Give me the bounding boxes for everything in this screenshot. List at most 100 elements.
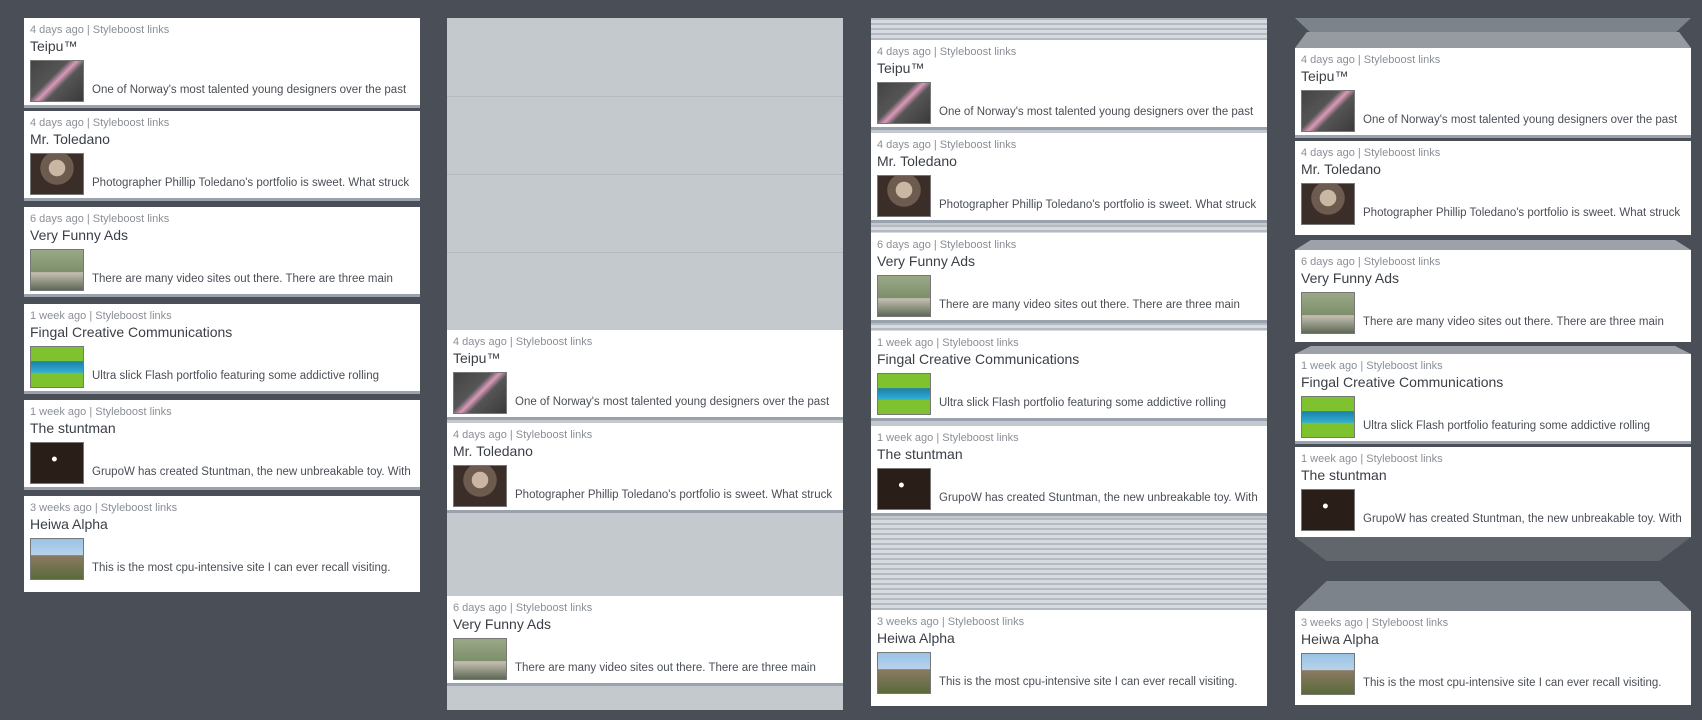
thumbnail[interactable] bbox=[30, 346, 84, 388]
thumbnail[interactable] bbox=[1301, 396, 1355, 438]
thumbnail[interactable] bbox=[1301, 292, 1355, 334]
post-excerpt: There are many video sites out there. Th… bbox=[939, 299, 1240, 311]
post-title[interactable]: Mr. Toledano bbox=[877, 153, 957, 169]
post-meta: 6 days ago | Styleboost links bbox=[1301, 256, 1441, 268]
post-title[interactable]: Teipu™ bbox=[877, 60, 924, 76]
thumbnail[interactable] bbox=[453, 372, 507, 414]
post-title[interactable]: Teipu™ bbox=[453, 350, 500, 366]
post-excerpt: Ultra slick Flash portfolio featuring so… bbox=[939, 397, 1226, 409]
stripe-spacer bbox=[871, 18, 1267, 40]
post-title[interactable]: Teipu™ bbox=[1301, 68, 1348, 84]
post-title[interactable]: Very Funny Ads bbox=[1301, 270, 1399, 286]
list-item[interactable]: 4 days ago | Styleboost links Teipu™ One… bbox=[1295, 48, 1691, 138]
panel-striped: 4 days ago | Styleboost links Teipu™ One… bbox=[871, 18, 1267, 706]
list-item[interactable]: 4 days ago | Styleboost links Mr. Toleda… bbox=[24, 111, 420, 201]
post-meta: 6 days ago | Styleboost links bbox=[30, 213, 170, 225]
post-title[interactable]: Heiwa Alpha bbox=[30, 516, 108, 532]
stripe-spacer bbox=[871, 323, 1267, 331]
post-title[interactable]: Fingal Creative Communications bbox=[877, 351, 1079, 367]
post-excerpt: There are many video sites out there. Th… bbox=[515, 662, 816, 674]
list-item[interactable]: 4 days ago | Styleboost links Mr. Toleda… bbox=[447, 423, 843, 513]
thumbnail[interactable] bbox=[30, 60, 84, 102]
list-item[interactable]: 4 days ago | Styleboost links Teipu™ One… bbox=[871, 40, 1267, 130]
stripe-spacer bbox=[871, 225, 1267, 233]
list-item[interactable]: 1 week ago | Styleboost links Fingal Cre… bbox=[24, 304, 420, 394]
post-title[interactable]: The stuntman bbox=[1301, 467, 1387, 483]
post-title[interactable]: Mr. Toledano bbox=[1301, 161, 1381, 177]
post-excerpt: Photographer Phillip Toledano's portfoli… bbox=[1363, 207, 1681, 219]
list-item[interactable]: 1 week ago | Styleboost links The stuntm… bbox=[24, 400, 420, 490]
thumbnail[interactable] bbox=[877, 82, 931, 124]
post-meta: 1 week ago | Styleboost links bbox=[1301, 453, 1443, 465]
post-excerpt: GrupoW has created Stuntman, the new unb… bbox=[1363, 513, 1682, 525]
thumbnail[interactable] bbox=[30, 153, 84, 195]
post-title[interactable]: Teipu™ bbox=[30, 38, 77, 54]
fold-bottom-outer bbox=[1295, 581, 1691, 611]
list-item[interactable]: 1 week ago | Styleboost links Fingal Cre… bbox=[871, 331, 1267, 421]
post-meta: 3 weeks ago | Styleboost links bbox=[877, 616, 1025, 628]
list-item[interactable]: 4 days ago | Styleboost links Mr. Toleda… bbox=[1295, 141, 1691, 235]
thumbnail[interactable] bbox=[1301, 653, 1355, 695]
thumbnail[interactable] bbox=[30, 538, 84, 580]
post-meta: 6 days ago | Styleboost links bbox=[877, 239, 1017, 251]
list-item[interactable]: 3 weeks ago | Styleboost links Heiwa Alp… bbox=[871, 610, 1267, 706]
fold bbox=[1295, 240, 1691, 250]
fold bbox=[1295, 346, 1691, 354]
thumbnail[interactable] bbox=[453, 465, 507, 507]
fold-bottom bbox=[1295, 537, 1691, 561]
post-title[interactable]: Heiwa Alpha bbox=[877, 630, 955, 646]
thumbnail[interactable] bbox=[877, 468, 931, 510]
thumbnail[interactable] bbox=[30, 442, 84, 484]
thumbnail[interactable] bbox=[453, 638, 507, 680]
list-item[interactable]: 4 days ago | Styleboost links Teipu™ One… bbox=[447, 330, 843, 420]
list-item[interactable]: 1 week ago | Styleboost links The stuntm… bbox=[871, 426, 1267, 516]
post-excerpt: One of Norway's most talented young desi… bbox=[515, 396, 830, 408]
post-meta: 4 days ago | Styleboost links bbox=[30, 117, 170, 129]
list-item[interactable]: 4 days ago | Styleboost links Mr. Toleda… bbox=[871, 133, 1267, 223]
list-item[interactable]: 4 days ago | Styleboost links Teipu™ One… bbox=[24, 18, 420, 108]
post-excerpt: Photographer Phillip Toledano's portfoli… bbox=[515, 489, 833, 501]
post-excerpt: One of Norway's most talented young desi… bbox=[939, 106, 1254, 118]
list-item[interactable]: 6 days ago | Styleboost links Very Funny… bbox=[1295, 250, 1691, 342]
post-meta: 1 week ago | Styleboost links bbox=[877, 337, 1019, 349]
post-meta: 4 days ago | Styleboost links bbox=[453, 336, 593, 348]
list-item[interactable]: 1 week ago | Styleboost links The stuntm… bbox=[1295, 447, 1691, 537]
post-meta: 6 days ago | Styleboost links bbox=[453, 602, 593, 614]
thumbnail[interactable] bbox=[877, 652, 931, 694]
list-item[interactable]: 6 days ago | Styleboost links Very Funny… bbox=[24, 207, 420, 297]
post-excerpt: This is the most cpu-intensive site I ca… bbox=[92, 562, 391, 574]
post-title[interactable]: The stuntman bbox=[30, 420, 116, 436]
thumbnail[interactable] bbox=[877, 373, 931, 415]
list-item[interactable]: 3 weeks ago | Styleboost links Heiwa Alp… bbox=[1295, 611, 1691, 705]
post-meta: 1 week ago | Styleboost links bbox=[30, 406, 172, 418]
thumbnail[interactable] bbox=[877, 275, 931, 317]
stripe-spacer bbox=[871, 518, 1267, 610]
post-title[interactable]: Heiwa Alpha bbox=[1301, 631, 1379, 647]
list-item[interactable]: 1 week ago | Styleboost links Fingal Cre… bbox=[1295, 354, 1691, 444]
panel-sparse: 4 days ago | Styleboost links Teipu™ One… bbox=[447, 18, 843, 710]
post-title[interactable]: Fingal Creative Communications bbox=[30, 324, 232, 340]
post-meta: 3 weeks ago | Styleboost links bbox=[30, 502, 178, 514]
list-item[interactable]: 6 days ago | Styleboost links Very Funny… bbox=[447, 596, 843, 686]
post-meta: 4 days ago | Styleboost links bbox=[453, 429, 593, 441]
post-meta: 4 days ago | Styleboost links bbox=[30, 24, 170, 36]
post-title[interactable]: The stuntman bbox=[877, 446, 963, 462]
post-title[interactable]: Very Funny Ads bbox=[453, 616, 551, 632]
post-excerpt: There are many video sites out there. Th… bbox=[92, 273, 393, 285]
list-item[interactable]: 6 days ago | Styleboost links Very Funny… bbox=[871, 233, 1267, 323]
post-title[interactable]: Mr. Toledano bbox=[453, 443, 533, 459]
thumbnail[interactable] bbox=[1301, 489, 1355, 531]
post-meta: 4 days ago | Styleboost links bbox=[1301, 147, 1441, 159]
post-title[interactable]: Very Funny Ads bbox=[30, 227, 128, 243]
post-meta: 4 days ago | Styleboost links bbox=[1301, 54, 1441, 66]
thumbnail[interactable] bbox=[1301, 90, 1355, 132]
thumbnail[interactable] bbox=[30, 249, 84, 291]
thumbnail[interactable] bbox=[877, 175, 931, 217]
post-excerpt: Photographer Phillip Toledano's portfoli… bbox=[92, 177, 410, 189]
post-title[interactable]: Fingal Creative Communications bbox=[1301, 374, 1503, 390]
post-title[interactable]: Very Funny Ads bbox=[877, 253, 975, 269]
thumbnail[interactable] bbox=[1301, 183, 1355, 225]
post-meta: 4 days ago | Styleboost links bbox=[877, 139, 1017, 151]
post-title[interactable]: Mr. Toledano bbox=[30, 131, 110, 147]
list-item[interactable]: 3 weeks ago | Styleboost links Heiwa Alp… bbox=[24, 496, 420, 592]
